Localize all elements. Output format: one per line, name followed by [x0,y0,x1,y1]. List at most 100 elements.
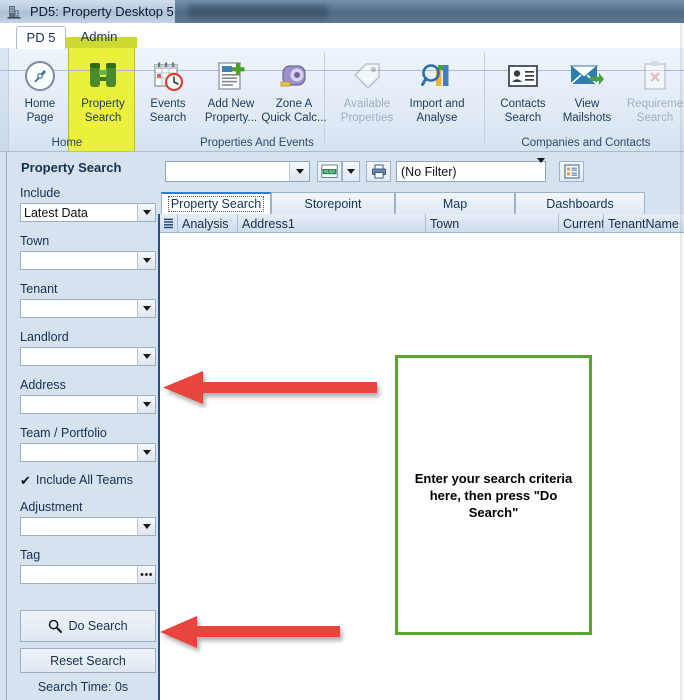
field-tag: Tag ••• [20,548,156,584]
ribbon-button-view-mailshots[interactable]: View Mailshots [554,52,620,130]
ribbon-tab-pd5-label: PD 5 [26,30,56,45]
field-tenant: Tenant [20,282,156,318]
envelope-arrow-icon [569,56,605,96]
ribbon-button-contacts-search[interactable]: Contacts Search [490,52,556,130]
ribbon-button-property-search[interactable]: Property Search [70,52,136,130]
ribbon-button-home-page[interactable]: Home Page [7,52,73,130]
chevron-down-icon[interactable] [137,300,155,317]
export-dropdown-button[interactable] [342,161,360,182]
ribbon-button-requirements-search-label: Requireme Search [626,98,684,124]
field-address-label: Address [20,378,66,392]
tab-map[interactable]: Map [395,192,515,214]
tag-icon [350,56,384,96]
team-portfolio-combobox[interactable] [20,443,156,462]
search-criteria-callout-text: Enter your search criteria here, then pr… [414,470,573,520]
reset-search-button-label: Reset Search [50,653,126,668]
ellipsis-icon[interactable]: ••• [137,566,155,583]
chevron-down-icon[interactable] [289,162,309,181]
grid-column-header-town[interactable]: Town [426,214,559,233]
ribbon-button-available-properties-label: Available Properties [340,98,394,124]
ribbon-button-add-new-property-label: Add New Property... [204,98,258,124]
grid-column-header-current[interactable]: Current! [559,214,604,233]
chevron-down-icon[interactable] [537,157,545,181]
field-adjustment: Adjustment [20,500,156,536]
ribbon-group-label-properties-and-events: Properties And Events [200,137,314,149]
adjustment-combobox[interactable] [20,517,156,536]
grid-column-header-address1[interactable]: Address1 [238,214,426,233]
ribbon-group-label-home: Home [51,137,83,149]
row-indicator-icon [164,218,173,229]
field-include: Include Latest Data [20,186,156,222]
chevron-down-icon[interactable] [137,518,155,535]
ribbon-tab-admin-label: Admin [80,29,118,44]
arrow-to-do-search-button [160,616,340,648]
printer-icon [371,164,386,179]
sidebar-panel: Property Search Include Latest Data Town [6,152,158,700]
include-all-teams-checkbox[interactable]: ✔ Include All Teams [20,473,133,487]
chart-magnifier-icon [420,56,454,96]
tenant-combobox[interactable] [20,299,156,318]
field-team-portfolio: Team / Portfolio [20,426,156,462]
ribbon-button-events-search[interactable]: Events Search [135,52,201,130]
tab-property-search[interactable]: Property Search [161,192,271,214]
title-bar-blurred-text [188,4,328,18]
svg-text:XLSX: XLSX [324,169,335,174]
binoculars-icon [86,56,120,96]
chevron-down-icon[interactable] [137,204,155,221]
include-combobox[interactable]: Latest Data [20,203,156,222]
grid-column-header-analysis[interactable]: Analysis [178,214,238,233]
do-search-button[interactable]: Do Search [20,610,156,642]
chevron-down-icon[interactable] [137,396,155,413]
grid-column-header-tenantname[interactable]: TenantName [604,214,684,233]
ribbon-button-add-new-property[interactable]: Add New Property... [198,52,264,130]
field-chooser-icon [563,164,580,179]
field-town-label: Town [20,234,50,248]
field-tenant-label: Tenant [20,282,58,296]
ribbon-tab-pd5[interactable]: PD 5 [16,26,66,49]
title-bar: PD5: Property Desktop 5 [0,0,684,24]
include-combobox-value: Latest Data [24,205,88,220]
ribbon-button-import-and-analyse-label: Import and Analyse [409,98,465,124]
field-town: Town [20,234,156,270]
grid-row-indicator-header[interactable] [160,214,178,233]
include-all-teams-label: Include All Teams [35,473,133,487]
ribbon: Home Page Property Search Events Search … [0,48,684,152]
tab-storepoint[interactable]: Storepoint [271,192,395,214]
do-search-button-label: Do Search [68,619,128,633]
filter-combobox[interactable]: (No Filter) [396,157,546,182]
field-landlord: Landlord [20,330,156,366]
field-landlord-label: Landlord [20,330,69,344]
ribbon-button-requirements-search[interactable]: Requireme Search [622,52,684,130]
chevron-down-icon[interactable] [137,444,155,461]
content-tab-strip: Property Search Storepoint Map Dashboard… [158,192,684,214]
field-team-portfolio-label: Team / Portfolio [20,426,107,440]
landlord-combobox[interactable] [20,347,156,366]
chevron-down-icon [347,169,355,174]
calendar-clock-icon [151,56,185,96]
ribbon-button-zone-a-quick-calc[interactable]: Zone A Quick Calc... [261,52,327,130]
grid-header-row: Analysis Address1 Town Current! TenantNa… [160,214,684,233]
ribbon-button-available-properties[interactable]: Available Properties [334,52,400,130]
address-combobox[interactable] [20,395,156,414]
arrow-to-address-field [163,371,377,404]
print-button[interactable] [366,161,391,182]
compass-icon [23,56,57,96]
tab-storepoint-label: Storepoint [304,196,362,211]
export-xlsx-button[interactable]: XLSX [317,161,342,182]
new-document-plus-icon [214,56,248,96]
ribbon-tab-admin[interactable]: Admin [68,26,130,48]
tag-input[interactable]: ••• [20,565,156,584]
layout-combobox[interactable] [165,161,310,182]
ribbon-tab-bar: PD 5 Admin [0,23,684,71]
town-combobox[interactable] [20,251,156,270]
tab-dashboards[interactable]: Dashboards [515,192,645,214]
ribbon-button-import-and-analyse[interactable]: Import and Analyse [404,52,470,130]
reset-search-button[interactable]: Reset Search [20,648,156,673]
field-include-label: Include [20,186,61,200]
tab-map-label: Map [442,196,468,211]
ribbon-button-home-page-label: Home Page [24,98,56,124]
chevron-down-icon[interactable] [137,252,155,269]
field-chooser-button[interactable] [559,161,584,182]
content-toolbar: XLSX (No Filter) [158,152,684,192]
chevron-down-icon[interactable] [137,348,155,365]
